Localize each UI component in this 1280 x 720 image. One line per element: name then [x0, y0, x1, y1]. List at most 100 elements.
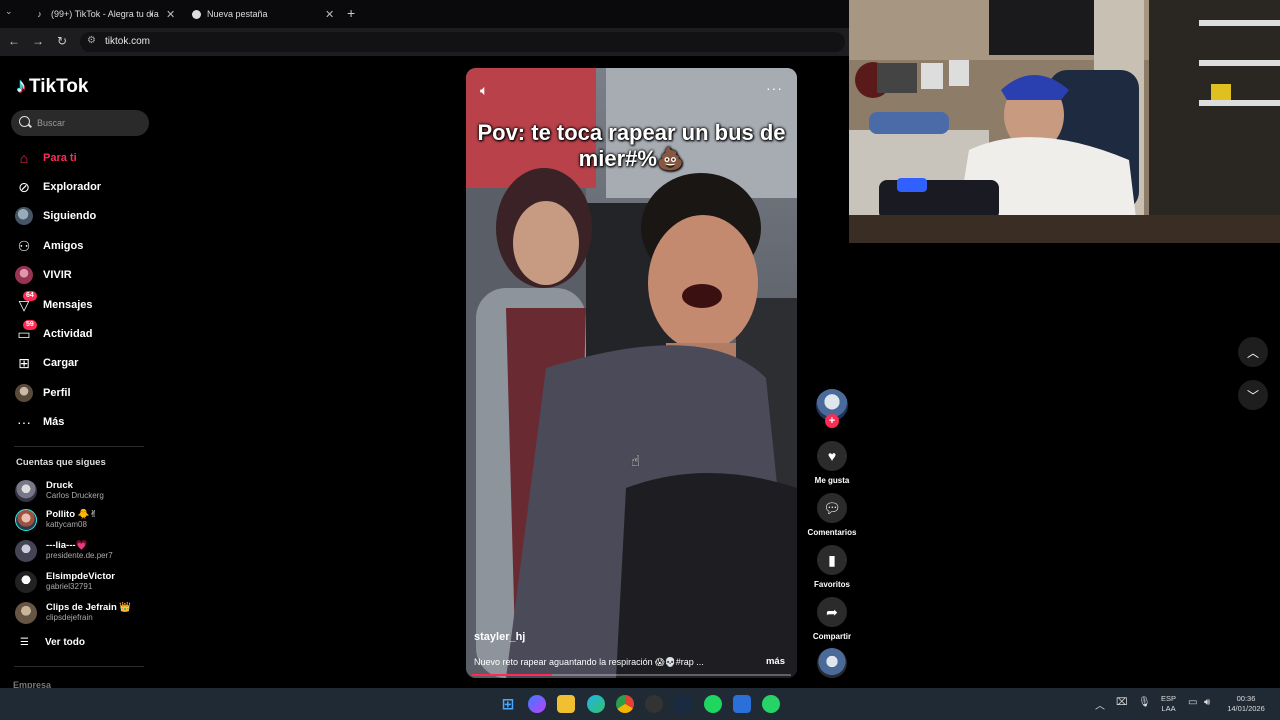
video-player[interactable]: 🔈︎ ··· Pov: te toca rapear un bus de mie… [466, 68, 797, 678]
url-text: tiktok.com [105, 36, 151, 47]
address-bar[interactable]: ⚙ tiktok.com [80, 32, 845, 52]
language-code: ESP [1161, 694, 1177, 703]
forward-arrow-icon[interactable]: → [30, 34, 46, 48]
browser-tab-bar: ⌄ ♪ (99+) TikTok - Alegra tu día 🔈︎ ✕ Nu… [0, 0, 849, 28]
account-handle: presidente.de.per7 [46, 551, 113, 560]
account-name: ElsimpdeVictor [46, 571, 115, 582]
chevron-up-icon[interactable]: ︿ [1095, 697, 1105, 712]
action-label: Favoritos [813, 580, 850, 589]
avatar [15, 509, 37, 531]
live-icon [14, 265, 34, 285]
tab-new[interactable]: Nueva pestaña ✕ [192, 4, 337, 24]
site-settings-icon[interactable]: ⚙ [87, 35, 96, 46]
list-icon: ☰ [20, 637, 29, 648]
back-arrow-icon[interactable]: ← [6, 34, 22, 48]
reload-icon[interactable]: ↻ [54, 34, 70, 48]
nav-item-mensajes[interactable]: ▽ 64 Mensajes [14, 291, 154, 316]
like-button[interactable]: ♥ Me gusta [812, 441, 852, 485]
next-video-button[interactable]: ﹀ [1238, 380, 1268, 410]
follow-plus-icon[interactable]: + [825, 414, 839, 428]
obs-icon[interactable] [645, 695, 663, 713]
tiktok-icon: ♪ [16, 75, 26, 97]
network-icon[interactable]: ⌧ [1116, 697, 1128, 708]
monitor-icon[interactable]: ▭ [1188, 697, 1197, 708]
tab-title: (99+) TikTok - Alegra tu día [51, 9, 159, 19]
spotify-icon[interactable] [704, 695, 722, 713]
nav-item-mas[interactable]: ··· Más [14, 411, 154, 433]
account-name: Clips de Jefrain 👑 [46, 602, 132, 613]
music-disc-icon[interactable] [817, 648, 847, 678]
divider [14, 446, 144, 447]
heart-icon: ♥ [817, 441, 847, 471]
following-account-lia[interactable]: ---lia---💗 presidente.de.per7 [15, 539, 165, 563]
following-account-clips-de-jefrain[interactable]: Clips de Jefrain 👑 clipsdejefrain [15, 601, 165, 625]
language-indicator[interactable]: ESP LAA [1161, 694, 1176, 714]
nav-label: Actividad [43, 328, 93, 340]
account-name: Druck [46, 480, 73, 491]
nav-item-vivir[interactable]: VIVIR [14, 264, 154, 286]
windows-start-icon[interactable]: ⊞ [499, 695, 517, 713]
steam-icon[interactable] [674, 695, 692, 713]
nav-item-actividad[interactable]: ▭ 59 Actividad [14, 320, 154, 345]
see-all-link[interactable]: ☰ Ver todo [20, 637, 85, 648]
more-icon: ··· [17, 414, 31, 430]
account-name: Pollito 🐥✌ [46, 509, 98, 520]
share-button[interactable]: ➦ Compartir [812, 597, 852, 641]
tiktok-logo[interactable]: ♪ TikTok [16, 75, 88, 98]
logo-text: TikTok [29, 75, 89, 97]
nav-item-explorador[interactable]: ⊘ Explorador [14, 176, 154, 198]
chrome-icon[interactable] [616, 695, 634, 713]
avatar [15, 571, 37, 593]
webcam-overlay [849, 0, 1280, 243]
nav-label: Explorador [43, 181, 102, 193]
comment-icon: 💬︎ [817, 493, 847, 523]
avatar [15, 540, 37, 562]
more-button[interactable]: más [766, 656, 785, 667]
avatar [15, 480, 37, 502]
nav-item-perfil[interactable]: Perfil [14, 382, 154, 404]
speaker-icon[interactable]: 🔈︎ [150, 9, 155, 20]
new-tab-plus-icon[interactable]: + [347, 5, 355, 21]
chevron-down-icon[interactable]: ⌄ [5, 6, 13, 17]
app-icon[interactable] [733, 695, 751, 713]
following-account-elsimpdevictor[interactable]: ElsimpdeVictor gabriel32791 [15, 570, 165, 594]
microphone-icon[interactable]: 🎙︎ [1138, 697, 1151, 708]
search-box[interactable] [11, 110, 149, 136]
close-icon[interactable]: ✕ [166, 8, 175, 21]
tiktok-icon: ♪ [37, 9, 42, 19]
following-account-pollito[interactable]: Pollito 🐥✌ kattycam08 [15, 508, 165, 532]
file-explorer-icon[interactable] [557, 695, 575, 713]
account-handle: gabriel32791 [46, 582, 93, 591]
close-icon[interactable]: ✕ [325, 8, 334, 21]
edge-icon[interactable] [587, 695, 605, 713]
activity-badge: 59 [23, 320, 37, 330]
messages-badge: 64 [23, 291, 37, 301]
clock-time: 00:36 [1236, 694, 1256, 703]
video-description: Nuevo reto rapear aguantando la respirac… [474, 657, 704, 667]
more-options-icon[interactable]: ··· [766, 80, 783, 96]
video-progress-bar[interactable] [472, 674, 791, 676]
comments-button[interactable]: 💬︎ Comentarios [808, 493, 856, 537]
favorites-button[interactable]: ▮ Favoritos [812, 545, 852, 589]
avatar [15, 602, 37, 624]
whatsapp-icon[interactable] [762, 695, 780, 713]
previous-video-button[interactable]: ︿ [1238, 337, 1268, 367]
system-clock[interactable]: 00:36 14/01/2026 [1222, 694, 1270, 714]
nav-item-siguiendo[interactable]: Siguiendo [14, 205, 154, 227]
following-account-druck[interactable]: Druck Carlos Druckerg [15, 479, 165, 503]
account-handle: Carlos Druckerg [46, 491, 104, 500]
nav-item-cargar[interactable]: ⊞ Cargar [14, 352, 154, 374]
tab-title: Nueva pestaña [207, 9, 268, 19]
video-author[interactable]: stayler_hj [474, 631, 525, 643]
search-input[interactable] [37, 116, 142, 130]
account-handle: kattycam08 [46, 520, 87, 529]
account-handle: clipsdejefrain [46, 613, 93, 622]
nav-item-amigos[interactable]: ⚇ Amigos [14, 235, 154, 257]
sound-off-icon[interactable]: 🔈︎ [480, 82, 488, 99]
nav-label: Siguiendo [43, 210, 97, 222]
copilot-icon[interactable] [528, 695, 546, 713]
tab-tiktok[interactable]: ♪ (99+) TikTok - Alegra tu día 🔈︎ ✕ [34, 4, 175, 24]
nav-label: Para ti [43, 152, 77, 164]
volume-icon[interactable]: 🔊︎ [1204, 697, 1210, 708]
nav-item-para-ti[interactable]: ⌂ Para ti [14, 147, 154, 169]
